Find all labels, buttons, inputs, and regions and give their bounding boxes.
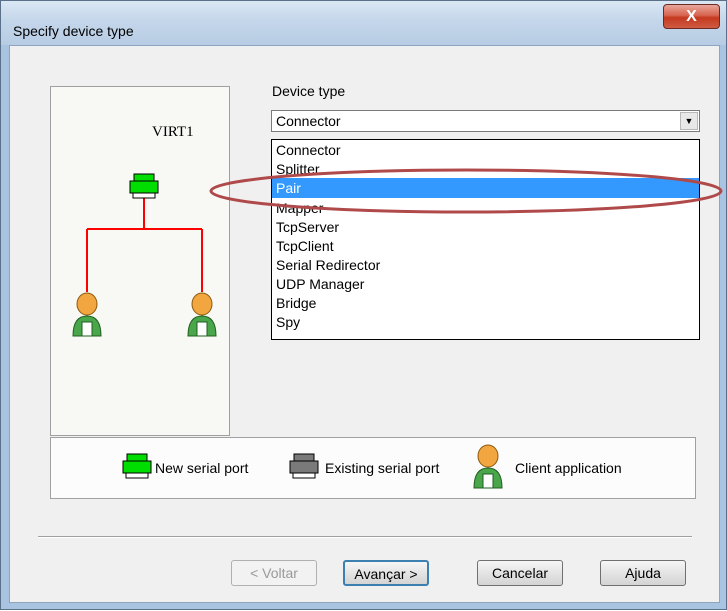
device-type-options-list: Connector Splitter Pair Mapper TcpServer… bbox=[271, 139, 700, 340]
client-application-icon bbox=[187, 292, 217, 337]
option-udp-manager[interactable]: UDP Manager bbox=[272, 274, 699, 294]
option-pair[interactable]: Pair bbox=[272, 178, 699, 198]
option-mapper[interactable]: Mapper bbox=[272, 198, 699, 218]
option-serial-redirector[interactable]: Serial Redirector bbox=[272, 255, 699, 275]
dialog-content: VIRT1 Device type Connector ▼ Connector … bbox=[9, 45, 720, 603]
client-application-icon bbox=[473, 444, 503, 489]
chevron-down-icon[interactable]: ▼ bbox=[680, 112, 698, 130]
next-button[interactable]: Avançar > bbox=[343, 560, 429, 586]
legend-new-port-label: New serial port bbox=[155, 460, 249, 476]
device-name-label: VIRT1 bbox=[152, 124, 194, 140]
device-diagram-panel: VIRT1 bbox=[50, 86, 230, 436]
separator bbox=[38, 536, 692, 538]
device-type-label: Device type bbox=[272, 83, 346, 99]
option-bridge[interactable]: Bridge bbox=[272, 293, 699, 313]
device-type-dropdown[interactable]: Connector ▼ bbox=[271, 110, 700, 132]
legend-panel: New serial port Existing serial port Cli… bbox=[50, 437, 696, 499]
existing-serial-port-icon bbox=[289, 453, 319, 479]
help-button[interactable]: Ajuda bbox=[600, 560, 686, 586]
dialog-title: Specify device type bbox=[13, 23, 134, 39]
new-serial-port-icon bbox=[129, 173, 159, 199]
option-tcpserver[interactable]: TcpServer bbox=[272, 217, 699, 237]
close-button[interactable]: X bbox=[663, 4, 720, 29]
title-bar[interactable]: Specify device type X bbox=[1, 1, 726, 45]
option-tcpclient[interactable]: TcpClient bbox=[272, 236, 699, 256]
option-splitter[interactable]: Splitter bbox=[272, 159, 699, 179]
device-diagram bbox=[72, 173, 217, 337]
client-application-icon bbox=[72, 292, 102, 337]
back-button[interactable]: < Voltar bbox=[231, 560, 317, 586]
option-connector[interactable]: Connector bbox=[272, 140, 699, 160]
cancel-button[interactable]: Cancelar bbox=[477, 560, 563, 586]
legend-existing-port-label: Existing serial port bbox=[325, 460, 440, 476]
option-spy[interactable]: Spy bbox=[272, 312, 699, 332]
device-type-selected-value: Connector bbox=[276, 113, 341, 129]
new-serial-port-icon bbox=[122, 453, 152, 479]
connector-lines bbox=[86, 197, 203, 292]
dialog-window: Specify device type X VIRT1 Device type … bbox=[0, 0, 727, 610]
legend-client-app-label: Client application bbox=[515, 460, 622, 476]
